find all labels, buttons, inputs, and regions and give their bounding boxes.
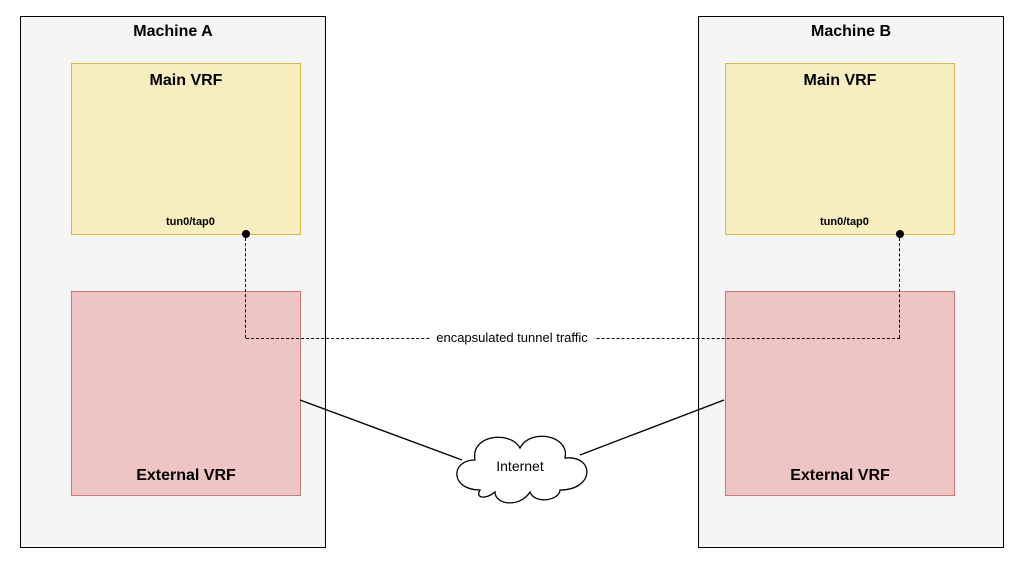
machine-b-title: Machine B (699, 23, 1003, 41)
main-vrf-b-box: Main VRF tun0/tap0 (725, 63, 955, 235)
tun-label-b: tun0/tap0 (820, 216, 869, 228)
internet-label: Internet (490, 458, 550, 474)
machine-b-box: Machine B Main VRF tun0/tap0 External VR… (698, 16, 1004, 548)
dashed-link-b-vert (899, 238, 900, 338)
external-vrf-b-title: External VRF (726, 467, 954, 485)
external-vrf-b-box: External VRF (725, 291, 955, 496)
dashed-link-a-vert (245, 238, 246, 338)
main-vrf-a-box: Main VRF tun0/tap0 (71, 63, 301, 235)
main-vrf-b-title: Main VRF (726, 72, 954, 90)
main-vrf-a-title: Main VRF (72, 72, 300, 90)
machine-a-box: Machine A Main VRF tun0/tap0 External VR… (20, 16, 326, 548)
external-vrf-a-title: External VRF (72, 467, 300, 485)
port-dot-a (242, 230, 250, 238)
external-vrf-a-box: External VRF (71, 291, 301, 496)
machine-a-title: Machine A (21, 23, 325, 41)
tun-label-a: tun0/tap0 (166, 216, 215, 228)
port-dot-b (896, 230, 904, 238)
tunnel-traffic-label: encapsulated tunnel traffic (430, 330, 594, 345)
